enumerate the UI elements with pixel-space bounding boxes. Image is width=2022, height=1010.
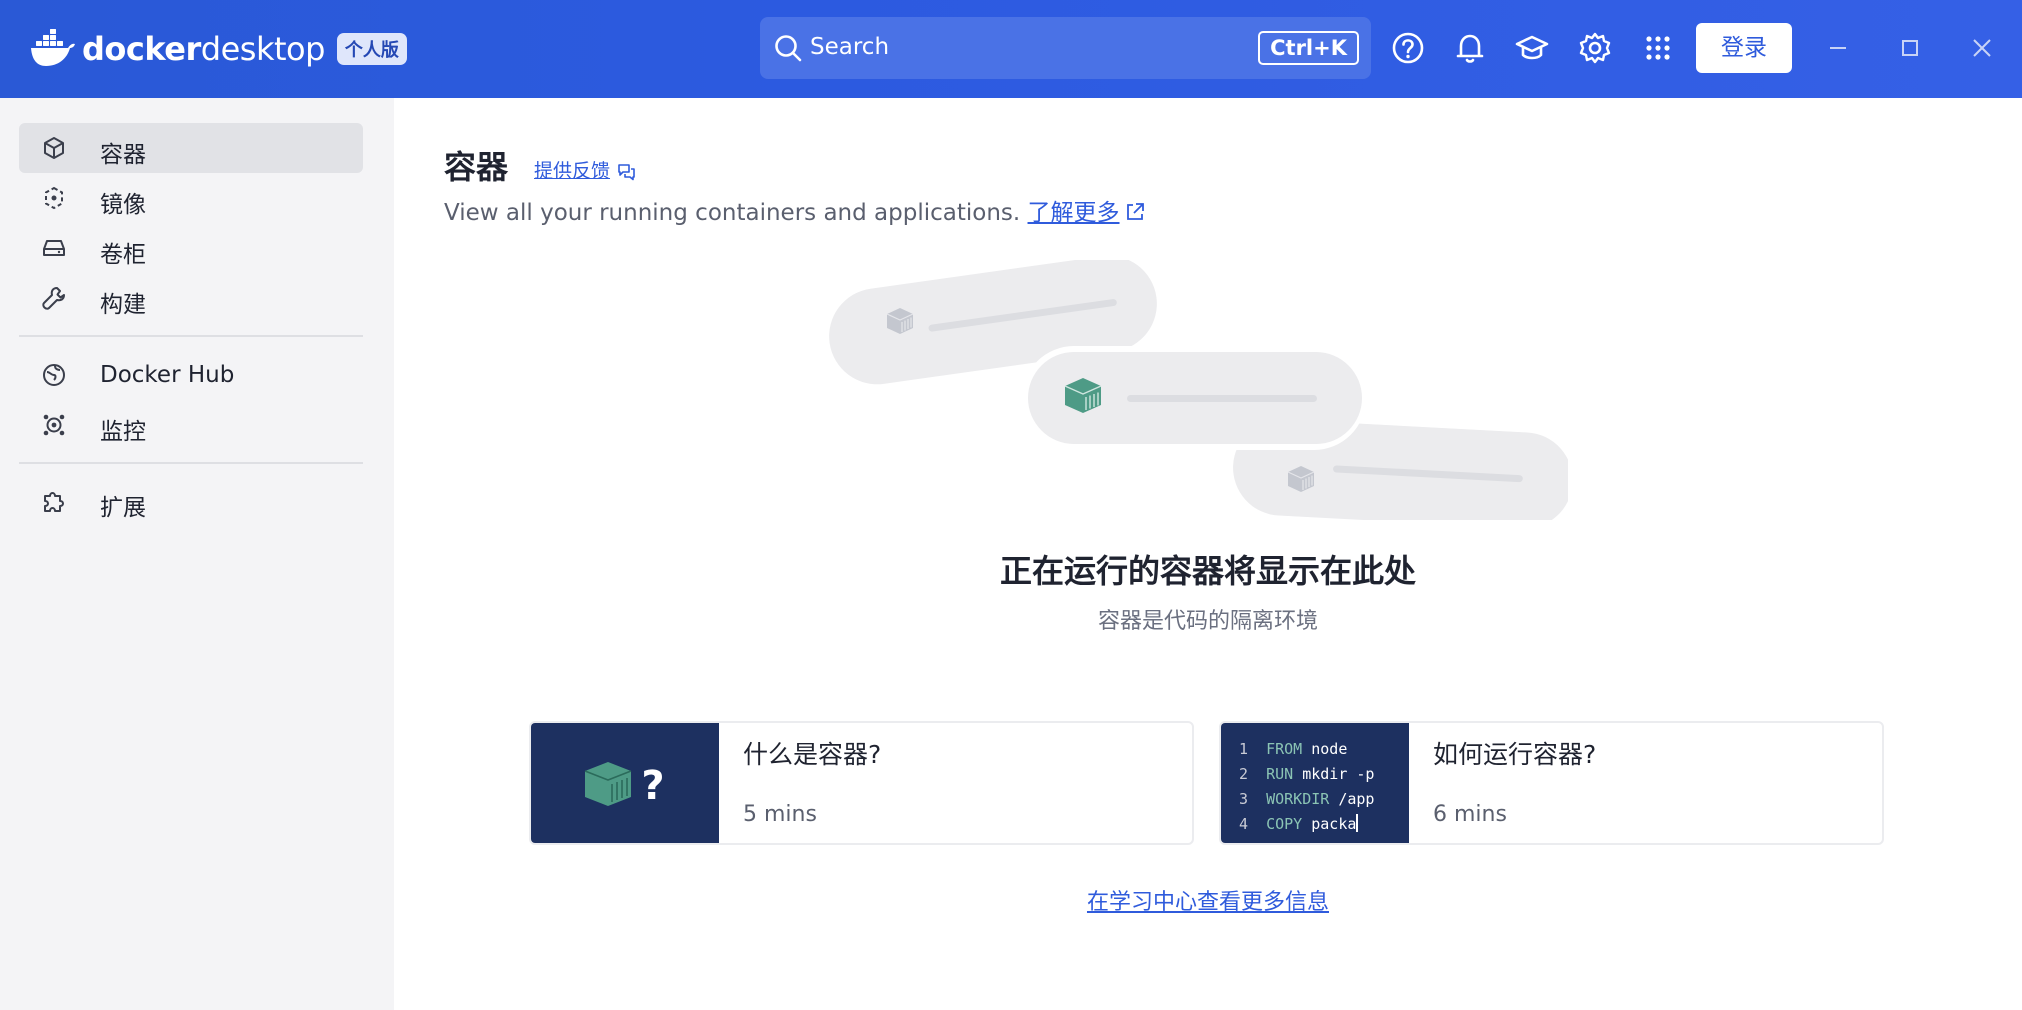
subtitle-text: View all your running containers and app… <box>444 200 1021 226</box>
dockerfile-snippet: 1 FROM node 2 RUN mkdir -p 3 WORKDIR /ap… <box>1239 740 1375 833</box>
empty-containers-illustration <box>829 260 1568 520</box>
apps-grid-icon[interactable] <box>1640 30 1676 66</box>
app-header: dockerdesktop 个人版 Search Ctrl+K 登录 <box>0 0 2022 98</box>
puzzle-icon <box>44 492 64 512</box>
login-button[interactable]: 登录 <box>1696 23 1792 73</box>
sidebar-item-containers[interactable]: 容器 <box>19 123 363 173</box>
card-duration: 6 mins <box>1433 802 1507 827</box>
sidebar-item-label: 容器 <box>100 142 146 168</box>
sidebar-item-label: 镜像 <box>100 192 146 218</box>
image-icon <box>45 186 63 210</box>
external-link-icon[interactable] <box>1124 201 1146 223</box>
container-question-icon: ? <box>584 762 665 809</box>
bell-icon[interactable] <box>1452 30 1488 66</box>
sidebar-item-monitor[interactable]: 监控 <box>19 400 363 450</box>
card-title: 如何运行容器? <box>1433 740 1597 769</box>
learn-more-link[interactable]: 了解更多 <box>1028 200 1120 226</box>
sidebar-item-builds[interactable]: 构建 <box>19 273 363 323</box>
search-icon <box>775 35 802 62</box>
sidebar-item-images[interactable]: 镜像 <box>19 173 363 223</box>
empty-state-title: 正在运行的容器将显示在此处 <box>999 552 1416 590</box>
search-shortcut-hint: Ctrl+K <box>1258 31 1359 65</box>
sidebar-item-volumes[interactable]: 卷柜 <box>19 223 363 273</box>
sidebar-item-label: 卷柜 <box>100 242 146 268</box>
page-subtitle: View all your running containers and app… <box>444 193 1146 227</box>
main-content: 容器 提供反馈 View all your running containers… <box>394 98 2022 1010</box>
learning-center-icon[interactable] <box>1514 30 1550 66</box>
minimize-icon[interactable] <box>1820 30 1856 66</box>
sidebar-item-label: 监控 <box>100 419 146 445</box>
volume-icon <box>43 240 65 256</box>
page-title: 容器 <box>444 148 509 186</box>
help-icon[interactable] <box>1390 30 1426 66</box>
learn-card-how-to-run-container[interactable]: 1 FROM node 2 RUN mkdir -p 3 WORKDIR /ap… <box>1219 721 1884 845</box>
brand-name: dockerdesktop <box>82 30 325 68</box>
card-thumbnail: ? <box>531 723 719 843</box>
container-icon <box>44 137 64 159</box>
search-bar[interactable]: Search Ctrl+K <box>760 17 1371 79</box>
maximize-icon[interactable] <box>1892 30 1928 66</box>
gear-icon[interactable] <box>1577 30 1613 66</box>
card-title: 什么是容器? <box>743 740 882 769</box>
sidebar-divider <box>19 462 363 464</box>
sidebar-item-label: 构建 <box>100 292 146 318</box>
sidebar-item-extensions[interactable]: 扩展 <box>19 476 363 526</box>
card-thumbnail: 1 FROM node 2 RUN mkdir -p 3 WORKDIR /ap… <box>1221 723 1409 843</box>
close-icon[interactable] <box>1964 30 2000 66</box>
sidebar-item-label: Docker Hub <box>100 362 235 388</box>
learning-center-link[interactable]: 在学习中心查看更多信息 <box>394 884 2022 916</box>
feedback-icon[interactable] <box>616 161 636 181</box>
sidebar-divider <box>19 335 363 337</box>
learn-card-what-is-container[interactable]: ? 什么是容器? 5 mins <box>529 721 1194 845</box>
wrench-icon <box>42 287 65 310</box>
sidebar: 容器 镜像 卷柜 构建 Docker Hub 监控 扩展 <box>0 98 394 1010</box>
svg-text:?: ? <box>641 763 664 809</box>
monitor-icon <box>43 414 65 436</box>
docker-desktop-logo: dockerdesktop 个人版 <box>30 26 407 72</box>
search-placeholder: Search <box>810 34 890 60</box>
sidebar-item-docker-hub[interactable]: Docker Hub <box>19 350 363 400</box>
docker-hub-icon <box>43 364 65 386</box>
edition-badge: 个人版 <box>336 33 407 65</box>
feedback-link[interactable]: 提供反馈 <box>534 156 610 183</box>
docker-whale-icon <box>31 29 75 66</box>
empty-state-subtitle: 容器是代码的隔离环境 <box>1097 609 1318 634</box>
sidebar-item-label: 扩展 <box>100 495 146 521</box>
card-duration: 5 mins <box>743 802 817 827</box>
